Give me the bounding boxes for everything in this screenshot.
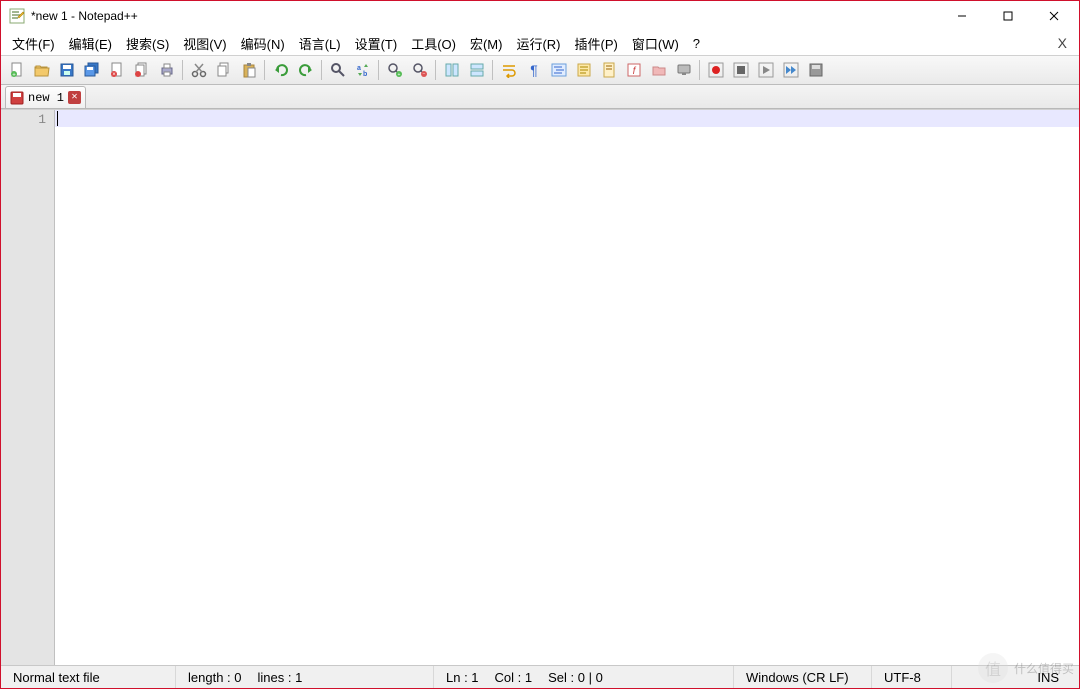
redo-icon[interactable] — [294, 59, 317, 82]
editor-area: 1 — [1, 109, 1079, 665]
status-encoding: UTF-8 — [872, 666, 952, 688]
monitor-icon[interactable] — [672, 59, 695, 82]
menu-help[interactable]: ? — [686, 34, 707, 53]
toolbar-separator — [435, 60, 436, 80]
play-multi-icon[interactable] — [779, 59, 802, 82]
title-bar: *new 1 - Notepad++ — [1, 1, 1079, 31]
menu-encoding[interactable]: 编码(N) — [234, 32, 292, 55]
toolbar: + × ab + − ¶ f — [1, 55, 1079, 85]
menu-edit[interactable]: 编辑(E) — [62, 32, 119, 55]
toolbar-separator — [492, 60, 493, 80]
menubar-close-button[interactable]: X — [1050, 35, 1075, 51]
save-macro-icon[interactable] — [804, 59, 827, 82]
status-length: length : 0 — [188, 670, 242, 685]
status-eol: Windows (CR LF) — [734, 666, 872, 688]
status-position: Ln : 1 Col : 1 Sel : 0 | 0 — [434, 666, 734, 688]
toolbar-separator — [264, 60, 265, 80]
indent-guide-icon[interactable] — [547, 59, 570, 82]
toolbar-separator — [321, 60, 322, 80]
toolbar-separator — [378, 60, 379, 80]
svg-text:a: a — [357, 65, 361, 72]
play-macro-icon[interactable] — [754, 59, 777, 82]
status-lines: lines : 1 — [258, 670, 303, 685]
menu-language[interactable]: 语言(L) — [292, 32, 348, 55]
maximize-button[interactable] — [985, 1, 1031, 31]
tab-bar: new 1 ✕ — [1, 85, 1079, 109]
status-ln: Ln : 1 — [446, 670, 479, 685]
svg-text:−: − — [422, 72, 425, 78]
close-file-icon[interactable]: × — [105, 59, 128, 82]
zoom-in-icon[interactable]: + — [383, 59, 406, 82]
close-all-icon[interactable] — [130, 59, 153, 82]
new-file-icon[interactable]: + — [5, 59, 28, 82]
tab-label: new 1 — [28, 91, 64, 105]
find-icon[interactable] — [326, 59, 349, 82]
word-wrap-icon[interactable] — [497, 59, 520, 82]
current-line-highlight — [55, 110, 1079, 127]
menu-bar: 文件(F) 编辑(E) 搜索(S) 视图(V) 编码(N) 语言(L) 设置(T… — [1, 31, 1079, 55]
status-bar: Normal text file length : 0 lines : 1 Ln… — [1, 665, 1079, 688]
menu-search[interactable]: 搜索(S) — [119, 32, 176, 55]
cut-icon[interactable] — [187, 59, 210, 82]
record-macro-icon[interactable] — [704, 59, 727, 82]
show-all-chars-icon[interactable]: ¶ — [522, 59, 545, 82]
replace-icon[interactable]: ab — [351, 59, 374, 82]
save-file-icon[interactable] — [55, 59, 78, 82]
copy-icon[interactable] — [212, 59, 235, 82]
menu-macro[interactable]: 宏(M) — [463, 32, 510, 55]
svg-text:×: × — [112, 72, 116, 78]
stop-macro-icon[interactable] — [729, 59, 752, 82]
menu-settings[interactable]: 设置(T) — [348, 32, 405, 55]
svg-text:+: + — [397, 72, 400, 78]
svg-text:+: + — [12, 73, 16, 79]
toolbar-separator — [699, 60, 700, 80]
app-icon — [9, 8, 25, 24]
doc-map-icon[interactable] — [597, 59, 620, 82]
status-filetype: Normal text file — [1, 666, 176, 688]
svg-text:¶: ¶ — [530, 62, 538, 78]
menu-window[interactable]: 窗口(W) — [625, 32, 686, 55]
status-sel: Sel : 0 | 0 — [548, 670, 603, 685]
sync-h-scroll-icon[interactable] — [465, 59, 488, 82]
text-editor[interactable] — [55, 110, 1079, 665]
menu-tools[interactable]: 工具(O) — [404, 32, 463, 55]
status-mode: INS — [952, 666, 1079, 688]
paste-icon[interactable] — [237, 59, 260, 82]
print-icon[interactable] — [155, 59, 178, 82]
folder-workspace-icon[interactable] — [647, 59, 670, 82]
text-caret — [57, 111, 58, 126]
close-button[interactable] — [1031, 1, 1077, 31]
function-list-icon[interactable]: f — [622, 59, 645, 82]
save-all-icon[interactable] — [80, 59, 103, 82]
line-number-gutter: 1 — [1, 110, 55, 665]
svg-text:b: b — [363, 71, 367, 78]
tab-close-button[interactable]: ✕ — [68, 91, 81, 104]
toolbar-separator — [182, 60, 183, 80]
tab-new1[interactable]: new 1 ✕ — [5, 86, 86, 108]
menu-run[interactable]: 运行(R) — [509, 32, 567, 55]
sync-v-scroll-icon[interactable] — [440, 59, 463, 82]
zoom-out-icon[interactable]: − — [408, 59, 431, 82]
status-length-lines: length : 0 lines : 1 — [176, 666, 434, 688]
user-lang-icon[interactable] — [572, 59, 595, 82]
menu-plugins[interactable]: 插件(P) — [568, 32, 625, 55]
window-title: *new 1 - Notepad++ — [31, 9, 939, 23]
menu-view[interactable]: 视图(V) — [176, 32, 233, 55]
minimize-button[interactable] — [939, 1, 985, 31]
menu-file[interactable]: 文件(F) — [5, 32, 62, 55]
status-col: Col : 1 — [495, 670, 533, 685]
undo-icon[interactable] — [269, 59, 292, 82]
line-number: 1 — [1, 111, 46, 128]
tab-unsaved-icon — [10, 91, 24, 105]
open-file-icon[interactable] — [30, 59, 53, 82]
